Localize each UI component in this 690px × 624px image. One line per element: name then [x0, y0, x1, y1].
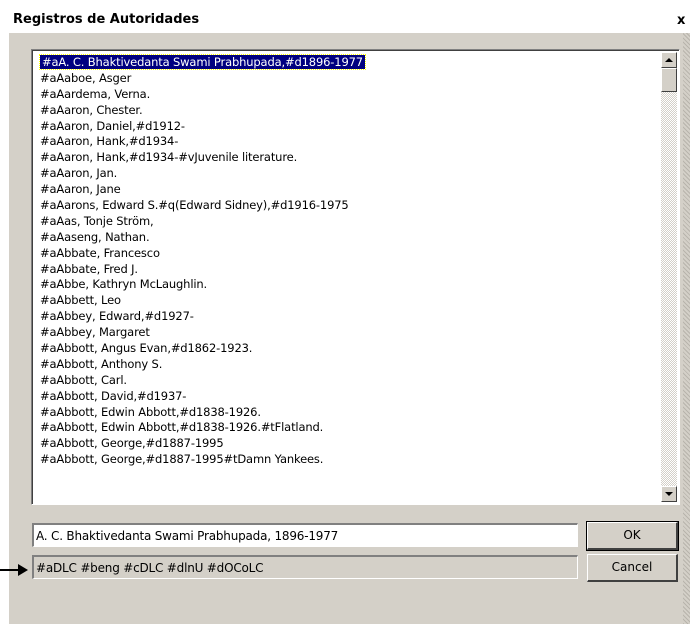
name-field[interactable]: A. C. Bhaktivedanta Swami Prabhupada, 18… — [32, 523, 578, 547]
authority-list[interactable]: #aA. C. Bhaktivedanta Swami Prabhupada,#… — [31, 49, 680, 505]
list-item[interactable]: #aAaron, Hank,#d1934- — [38, 133, 655, 149]
list-item-label: #aAbbate, Fred J. — [40, 261, 138, 276]
list-item-label: #aAbbott, Edwin Abbott,#d1838-1926. — [40, 404, 261, 419]
list-item-label: #aAbbott, George,#d1887-1995#tDamn Yanke… — [40, 452, 324, 467]
list-item[interactable]: #aAaboe, Asger — [38, 70, 655, 86]
list-item[interactable]: #aAbbott, Edwin Abbott,#d1838-1926.#tFla… — [38, 419, 655, 435]
list-item-label: #aAaron, Chester. — [40, 102, 143, 117]
list-item-label: #aAbbey, Edward,#d1927- — [40, 309, 194, 324]
list-item-label: #aAbbott, Edwin Abbott,#d1838-1926.#tFla… — [40, 420, 324, 435]
source-field: #aDLC #beng #cDLC #dlnU #dOCoLC — [32, 555, 578, 579]
list-item-label: #aAaseng, Nathan. — [40, 229, 150, 244]
list-item-label: #aAaron, Jan. — [40, 166, 118, 181]
list-item[interactable]: #aAbbate, Francesco — [38, 245, 655, 261]
list-item-label: #aAaron, Daniel,#d1912- — [40, 118, 185, 133]
list-item-label: #aAaron, Jane — [40, 182, 121, 197]
pointer-arrow-icon — [0, 564, 28, 576]
list-item-label: #aAbbott, Angus Evan,#d1862-1923. — [40, 341, 253, 356]
list-item-label: #aAbbate, Francesco — [40, 245, 160, 260]
list-item[interactable]: #aAaron, Chester. — [38, 102, 655, 118]
list-item[interactable]: #aAarons, Edward S.#q(Edward Sidney),#d1… — [38, 197, 655, 213]
list-item[interactable]: #aAbbott, George,#d1887-1995#tDamn Yanke… — [38, 451, 655, 467]
scroll-up-icon[interactable] — [661, 52, 677, 68]
window-edge — [683, 33, 690, 624]
list-item[interactable]: #aAbbott, Anthony S. — [38, 356, 655, 372]
scroll-thumb[interactable] — [661, 68, 677, 92]
dialog-title: Registros de Autoridades — [13, 12, 200, 27]
list-item[interactable]: #aAaron, Jane — [38, 181, 655, 197]
list-item[interactable]: #aAardema, Verna. — [38, 86, 655, 102]
list-item[interactable]: #aAaron, Jan. — [38, 165, 655, 181]
list-item[interactable]: #aAbbott, Angus Evan,#d1862-1923. — [38, 340, 655, 356]
close-icon[interactable]: x — [677, 13, 690, 29]
list-item[interactable]: #aAaron, Daniel,#d1912- — [38, 118, 655, 134]
list-item[interactable]: #aAas, Tonje Ström, — [38, 213, 655, 229]
list-item-label: #aAbbe, Kathryn McLaughlin. — [40, 277, 208, 292]
list-item[interactable]: #aAbbey, Margaret — [38, 324, 655, 340]
list-item-label: #aAbbey, Margaret — [40, 325, 150, 340]
list-item-label: #aA. C. Bhaktivedanta Swami Prabhupada,#… — [39, 54, 366, 70]
scroll-down-icon[interactable] — [661, 486, 677, 502]
list-item-label: #aAbbott, Anthony S. — [40, 356, 163, 371]
list-item[interactable]: #aAaseng, Nathan. — [38, 229, 655, 245]
list-item-label: #aAbbott, George,#d1887-1995 — [40, 436, 224, 451]
vertical-scrollbar[interactable] — [661, 52, 677, 502]
list-item[interactable]: #aAaron, Hank,#d1934-#vJuvenile literatu… — [38, 149, 655, 165]
list-item[interactable]: #aAbbott, Carl. — [38, 372, 655, 388]
list-item-label: #aAbbott, David,#d1937- — [40, 388, 187, 403]
list-item[interactable]: #aAbbott, David,#d1937- — [38, 388, 655, 404]
list-item-label: #aAbbett, Leo — [40, 293, 121, 308]
ok-button[interactable]: OK — [586, 521, 679, 551]
list-items: #aA. C. Bhaktivedanta Swami Prabhupada,#… — [38, 54, 655, 504]
list-item-label: #aAaron, Hank,#d1934-#vJuvenile literatu… — [40, 150, 298, 165]
authority-records-dialog: Registros de Autoridades x #aA. C. Bhakt… — [8, 8, 690, 624]
list-item[interactable]: #aA. C. Bhaktivedanta Swami Prabhupada,#… — [38, 54, 655, 70]
list-item[interactable]: #aAbbett, Leo — [38, 292, 655, 308]
list-item-label: #aAbbott, Carl. — [40, 372, 127, 387]
cancel-button[interactable]: Cancel — [587, 554, 678, 582]
list-item-label: #aAarons, Edward S.#q(Edward Sidney),#d1… — [40, 198, 349, 213]
list-item[interactable]: #aAbbott, George,#d1887-1995 — [38, 435, 655, 451]
list-item-label: #aAaboe, Asger — [40, 70, 132, 85]
list-item-label: #aAaron, Hank,#d1934- — [40, 134, 179, 149]
title-bar: Registros de Autoridades x — [9, 9, 690, 33]
list-item-label: #aAardema, Verna. — [40, 86, 151, 101]
list-item-label: #aAas, Tonje Ström, — [40, 213, 154, 228]
list-item[interactable]: #aAbbe, Kathryn McLaughlin. — [38, 276, 655, 292]
list-item[interactable]: #aAbbott, Edwin Abbott,#d1838-1926. — [38, 404, 655, 420]
list-item[interactable]: #aAbbey, Edward,#d1927- — [38, 308, 655, 324]
list-item[interactable]: #aAbbate, Fred J. — [38, 261, 655, 277]
